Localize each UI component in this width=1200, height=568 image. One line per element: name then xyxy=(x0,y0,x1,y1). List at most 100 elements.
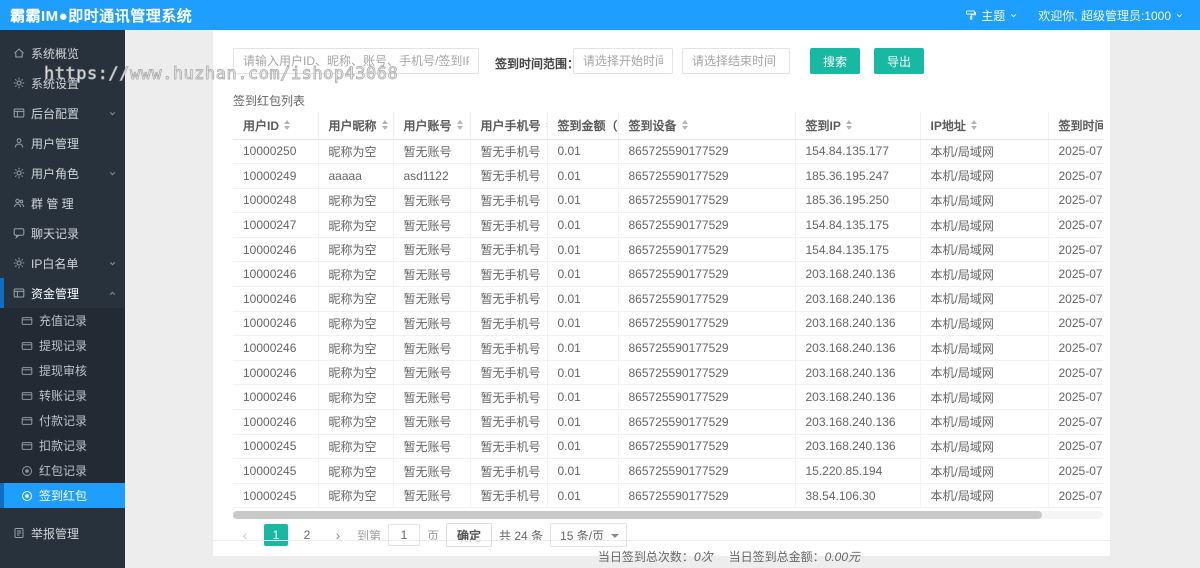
table-cell: 865725590177529 xyxy=(618,188,796,214)
col-header-用户手机号[interactable]: 用户手机号 xyxy=(470,112,548,140)
table-cell: 暂无账号 xyxy=(393,237,471,263)
sort-icon[interactable] xyxy=(845,120,852,131)
layout-icon xyxy=(13,107,25,119)
app-title: 霸霸IM●即时通讯管理系统 xyxy=(10,7,193,25)
report-icon xyxy=(13,527,25,539)
search-input[interactable] xyxy=(233,48,479,74)
sidebar-subitem-label: 充值记录 xyxy=(39,314,88,328)
theme-label: 主题 xyxy=(981,8,1006,23)
table-cell: 暂无账号 xyxy=(393,384,471,411)
sidebar-item-label: 后台配置 xyxy=(31,106,80,121)
sidebar-subitem-label: 红包记录 xyxy=(39,464,88,478)
table-cell: 10000246 xyxy=(233,335,319,361)
table-cell: 203.168.240.136 xyxy=(795,311,921,337)
sidebar-item-后台配置[interactable]: 后台配置 xyxy=(0,98,125,128)
top-header: 霸霸IM●即时通讯管理系统 主题 欢迎你, 超级管理员:1000 xyxy=(0,0,1200,30)
table-cell: 2025-07-18 xyxy=(1048,286,1103,312)
sidebar-item-系统概览[interactable]: 系统概览 xyxy=(0,38,125,68)
col-header-IP地址[interactable]: IP地址 xyxy=(920,112,1049,140)
table-cell: 昵称为空 xyxy=(318,384,394,411)
sidebar-item-资金管理[interactable]: 资金管理 xyxy=(0,278,125,308)
summary-amount-label: 当日签到总金额： xyxy=(728,550,825,564)
table-cell: 0.01 xyxy=(547,261,619,288)
table-cell: 暂无账号 xyxy=(393,311,471,337)
sidebar-subitem-签到红包[interactable]: 签到红包 xyxy=(0,483,125,508)
col-header-用户ID[interactable]: 用户ID xyxy=(233,112,319,140)
sidebar-item-label: IP白名单 xyxy=(31,256,79,271)
sidebar-item-系统设置[interactable]: 系统设置 xyxy=(0,68,125,98)
start-time-input[interactable] xyxy=(573,48,673,74)
user-menu[interactable]: 欢迎你, 超级管理员:1000 xyxy=(1038,7,1184,24)
col-header-用户昵称[interactable]: 用户昵称 xyxy=(318,112,394,140)
table-row: 10000246 昵称为空 暂无账号 暂无手机号 0.01 865725590177529… xyxy=(233,335,1103,361)
table-cell: 暂无手机号 xyxy=(470,458,548,484)
sort-icon[interactable] xyxy=(284,120,291,131)
sidebar-item-举报管理[interactable]: 举报管理 xyxy=(0,518,125,548)
table-cell: 203.168.240.136 xyxy=(795,286,921,312)
col-header-签到设备[interactable]: 签到设备 xyxy=(618,112,796,140)
sort-icon[interactable] xyxy=(970,120,977,131)
table-cell: 本机/局域网 xyxy=(920,360,1049,386)
sort-icon[interactable] xyxy=(456,120,463,131)
table-cell: 2025-07-18 xyxy=(1048,434,1103,460)
redpacket-icon xyxy=(21,465,33,477)
sidebar-item-IP白名单[interactable]: IP白名单 xyxy=(0,248,125,278)
col-header-签到IP[interactable]: 签到IP xyxy=(795,112,921,140)
col-header-label: 签到IP xyxy=(805,118,841,133)
table-cell: 本机/局域网 xyxy=(920,261,1049,288)
table-cell: 10000245 xyxy=(233,458,319,484)
table-cell: 暂无账号 xyxy=(393,139,471,165)
end-time-input[interactable] xyxy=(682,48,790,74)
card-icon xyxy=(21,415,33,427)
table-cell: 865725590177529 xyxy=(618,163,796,189)
table-cell: 暂无手机号 xyxy=(470,360,548,386)
col-header-label: 用户ID xyxy=(243,118,280,133)
table-cell: 昵称为空 xyxy=(318,335,394,361)
table-cell: 0.01 xyxy=(547,409,619,435)
horizontal-scrollbar-thumb[interactable] xyxy=(233,511,1043,519)
sidebar-subitem-提现审核[interactable]: 提现审核 xyxy=(0,358,125,383)
table-cell: 203.168.240.136 xyxy=(795,360,921,386)
col-header-label: 用户昵称 xyxy=(328,118,377,133)
sidebar-item-label: 举报管理 xyxy=(31,526,80,541)
table-cell: 暂无手机号 xyxy=(470,163,548,189)
table-cell: 本机/局域网 xyxy=(920,163,1049,189)
sidebar-item-用户角色[interactable]: 用户角色 xyxy=(0,158,125,188)
gear-icon xyxy=(13,167,25,179)
table-cell: 154.84.135.175 xyxy=(795,237,921,263)
table-cell: 本机/局域网 xyxy=(920,335,1049,361)
table-cell: 2025-07-18 xyxy=(1048,139,1103,165)
sidebar-item-label: 系统设置 xyxy=(31,76,80,91)
table-cell: 本机/局域网 xyxy=(920,139,1049,165)
sidebar-subitem-扣款记录[interactable]: 扣款记录 xyxy=(0,433,125,458)
sidebar-item-聊天记录[interactable]: 聊天记录 xyxy=(0,218,125,248)
table-cell: 2025-07-18 xyxy=(1048,409,1103,435)
table-cell: 2025-07-18 xyxy=(1048,458,1103,484)
col-header-用户账号[interactable]: 用户账号 xyxy=(393,112,471,140)
sort-icon[interactable] xyxy=(381,120,388,131)
sidebar-subitem-label: 转账记录 xyxy=(39,389,88,403)
sidebar-subitem-转账记录[interactable]: 转账记录 xyxy=(0,383,125,408)
table-cell: 865725590177529 xyxy=(618,237,796,263)
table-cell: 暂无手机号 xyxy=(470,139,548,165)
card-icon xyxy=(21,390,33,402)
sidebar-item-群管理[interactable]: 群 管 理 xyxy=(0,188,125,218)
table-cell: 10000246 xyxy=(233,261,319,288)
sidebar-item-用户管理[interactable]: 用户管理 xyxy=(0,128,125,158)
sidebar-subitem-充值记录[interactable]: 充值记录 xyxy=(0,308,125,333)
table-cell: 10000246 xyxy=(233,360,319,386)
col-header-label: 用户手机号 xyxy=(480,118,541,133)
table-cell: 本机/局域网 xyxy=(920,212,1049,238)
sort-icon[interactable] xyxy=(681,120,688,131)
sidebar-subitem-提现记录[interactable]: 提现记录 xyxy=(0,333,125,358)
table-cell: 2025-07-18 xyxy=(1048,311,1103,337)
search-button[interactable]: 搜索 xyxy=(810,48,861,74)
export-button[interactable]: 导出 xyxy=(874,48,925,74)
col-header-label: 签到金额（... xyxy=(557,118,618,133)
sidebar-subitem-付款记录[interactable]: 付款记录 xyxy=(0,408,125,433)
table-cell: 本机/局域网 xyxy=(920,384,1049,411)
col-header-签到时间: 签到时间 xyxy=(1048,112,1103,140)
chevron-down-icon xyxy=(108,259,117,268)
theme-menu[interactable]: 主题 xyxy=(965,7,1018,24)
sidebar-subitem-红包记录[interactable]: 红包记录 xyxy=(0,458,125,483)
